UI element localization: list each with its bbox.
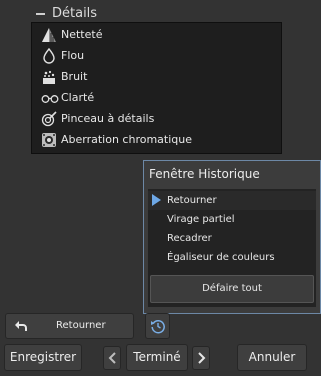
save-button[interactable]: Enregistrer xyxy=(4,344,82,371)
history-list: Retourner Virage partiel Recadrer Égalis… xyxy=(148,189,316,307)
chromatic-aberration-icon xyxy=(41,132,57,148)
current-state-arrow-icon xyxy=(152,194,161,206)
history-item-label: Retourner xyxy=(167,195,217,206)
detail-item-detail-brush[interactable]: Pinceau à détails xyxy=(32,109,281,129)
history-item-egaliseur[interactable]: Égaliseur de couleurs xyxy=(148,248,316,267)
detail-item-sharpen[interactable]: Netteté xyxy=(32,25,281,45)
detail-item-label: Flou xyxy=(61,49,85,62)
chevron-left-icon xyxy=(107,352,117,364)
detail-item-noise[interactable]: Bruit xyxy=(32,67,281,87)
back-arrow-icon xyxy=(14,319,28,333)
detail-item-chromatic-aberration[interactable]: Aberration chromatique xyxy=(32,130,281,150)
previous-button[interactable] xyxy=(103,346,121,370)
flip-back-label: Retourner xyxy=(56,320,106,331)
history-window-title: Fenêtre Historique xyxy=(149,167,260,181)
history-clock-icon xyxy=(150,318,166,334)
detail-item-label: Pinceau à détails xyxy=(61,112,155,125)
history-item-retourner[interactable]: Retourner xyxy=(148,191,316,210)
details-panel: Netteté Flou Bruit Clarté Pinceau à déta… xyxy=(31,22,282,154)
detail-item-clarity[interactable]: Clarté xyxy=(32,88,281,108)
sharpen-icon xyxy=(41,27,57,43)
noise-icon xyxy=(41,69,57,85)
cancel-button[interactable]: Annuler xyxy=(237,344,307,371)
details-section-header[interactable]: Détails xyxy=(0,5,321,23)
history-item-label: Virage partiel xyxy=(167,214,235,225)
flip-back-button[interactable]: Retourner xyxy=(5,313,134,339)
history-item-virage-partiel[interactable]: Virage partiel xyxy=(148,210,316,229)
history-toggle-button[interactable] xyxy=(145,313,170,339)
detail-item-label: Bruit xyxy=(61,70,88,83)
undo-all-button[interactable]: Défaire tout xyxy=(150,275,314,303)
history-item-recadrer[interactable]: Recadrer xyxy=(148,229,316,248)
detail-item-label: Aberration chromatique xyxy=(61,133,193,146)
history-window: Fenêtre Historique Retourner Virage part… xyxy=(143,160,321,314)
history-item-label: Recadrer xyxy=(167,233,212,244)
detail-item-label: Clarté xyxy=(61,91,95,104)
clarity-glasses-icon xyxy=(41,90,59,106)
detail-item-blur[interactable]: Flou xyxy=(32,46,281,66)
history-item-label: Égaliseur de couleurs xyxy=(167,252,275,263)
section-title: Détails xyxy=(52,6,98,21)
blur-drop-icon xyxy=(41,48,57,64)
detail-brush-icon xyxy=(41,111,57,127)
collapse-minus-icon[interactable] xyxy=(36,13,45,15)
done-button[interactable]: Terminé xyxy=(126,344,188,371)
next-button[interactable] xyxy=(192,346,210,370)
chevron-right-icon xyxy=(197,352,207,364)
detail-item-label: Netteté xyxy=(61,28,103,41)
